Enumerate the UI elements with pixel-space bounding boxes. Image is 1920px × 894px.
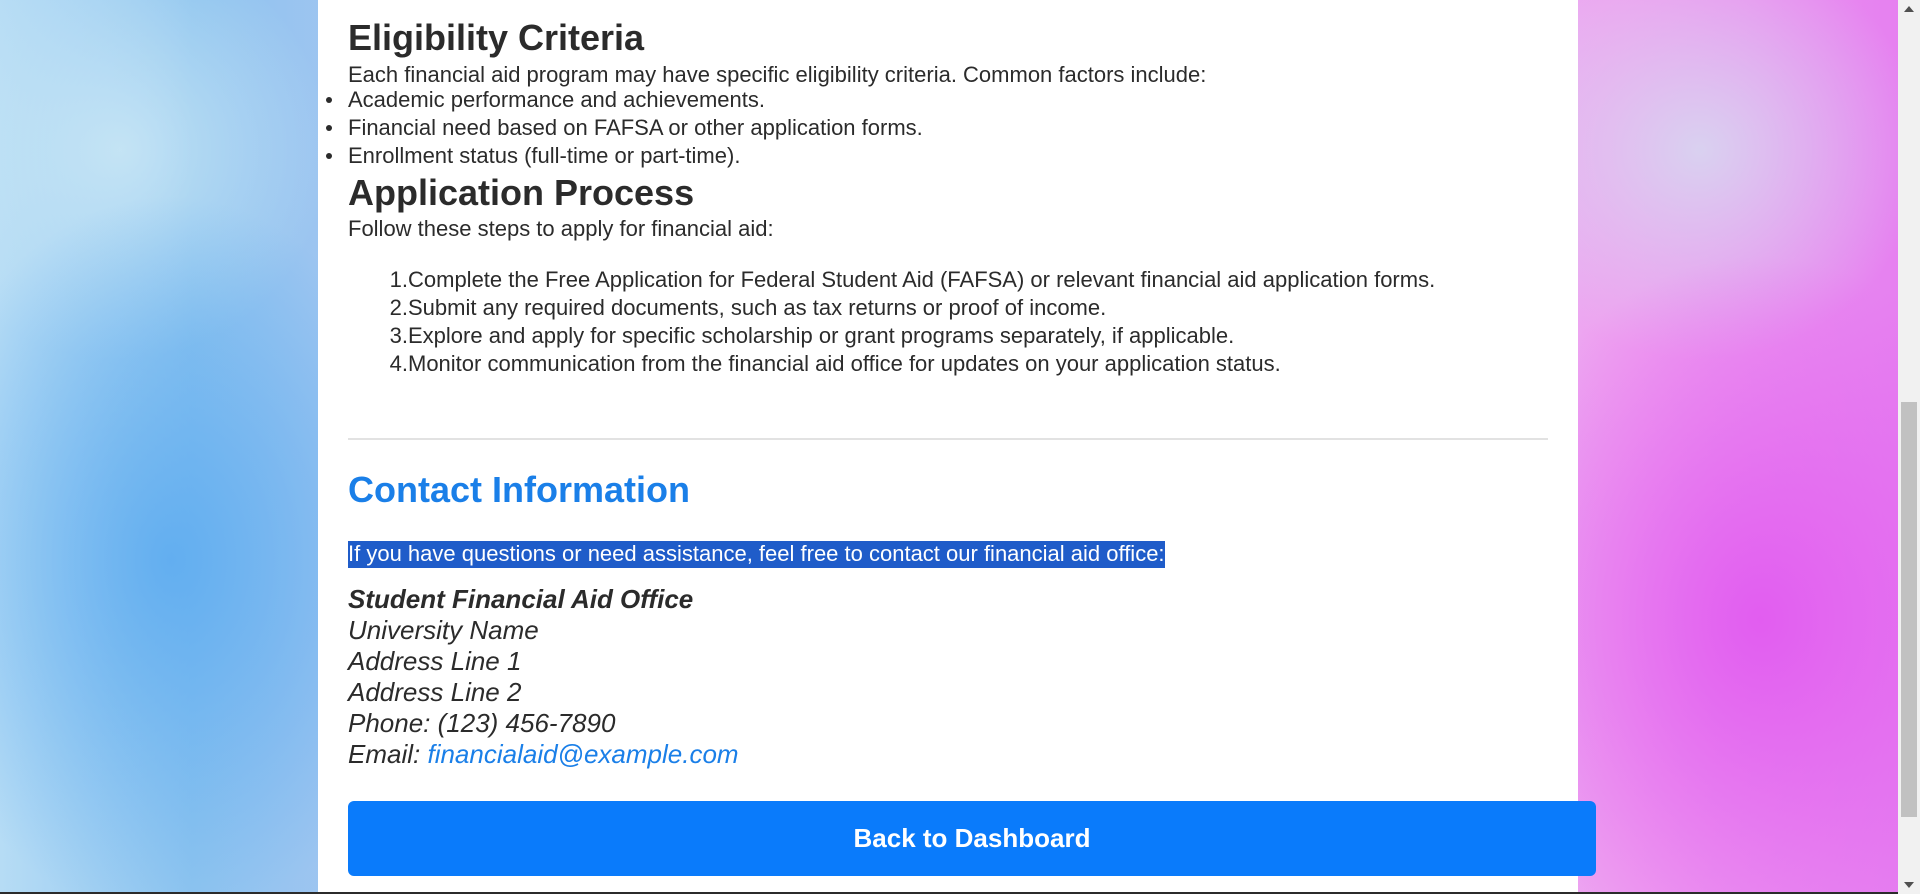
back-to-dashboard-button[interactable]: Back to Dashboard (348, 801, 1596, 876)
application-intro: Follow these steps to apply for financia… (348, 216, 774, 241)
phone-number: Phone: (123) 456-7890 (348, 708, 616, 738)
address-line-2: Address Line 2 (348, 677, 522, 707)
address-line-1: Address Line 1 (348, 646, 522, 676)
bullet-icon (326, 125, 332, 131)
step-item: 4. Monitor communication from the financi… (348, 350, 1435, 378)
scroll-down-arrow-icon[interactable] (1904, 882, 1914, 888)
step-text: Submit any required documents, such as t… (408, 295, 1107, 320)
office-name: Student Financial Aid Office (348, 584, 694, 614)
bullet-icon (326, 97, 332, 103)
list-item: Financial need based on FAFSA or other a… (326, 114, 923, 142)
scroll-up-arrow-icon[interactable] (1904, 6, 1914, 12)
step-number: 3. (389, 323, 408, 348)
scrollbar-thumb[interactable] (1901, 402, 1917, 817)
step-number: 2. (389, 295, 408, 320)
step-number: 4. (389, 351, 408, 376)
list-item-text: Financial need based on FAFSA or other a… (348, 115, 923, 140)
step-text: Complete the Free Application for Federa… (408, 267, 1436, 292)
step-number: 1. (389, 267, 408, 292)
list-item-text: Academic performance and achievements. (348, 87, 765, 112)
eligibility-heading: Eligibility Criteria (348, 17, 645, 58)
contact-address: Student Financial Aid Office University … (348, 584, 739, 770)
list-item: Academic performance and achievements. (326, 86, 923, 114)
eligibility-intro: Each financial aid program may have spec… (348, 62, 1207, 87)
email-label: Email: (348, 739, 428, 769)
list-item: Enrollment status (full-time or part-tim… (326, 142, 923, 170)
list-item-text: Enrollment status (full-time or part-tim… (348, 143, 741, 168)
eligibility-list: Academic performance and achievements. F… (326, 86, 923, 170)
step-text: Explore and apply for specific scholarsh… (408, 323, 1235, 348)
email-row: Email: financialaid@example.com (348, 739, 739, 770)
bullet-icon (326, 153, 332, 159)
university-name: University Name (348, 615, 539, 645)
content-panel: Eligibility Criteria Each financial aid … (318, 0, 1596, 894)
steps-list: 1. Complete the Free Application for Fede… (348, 266, 1436, 378)
email-link[interactable]: financialaid@example.com (427, 739, 738, 769)
section-divider (348, 438, 1548, 440)
contact-intro-selected-text: If you have questions or need assistance… (348, 541, 1165, 568)
step-text: Monitor communication from the financial… (408, 351, 1281, 376)
step-item: 2. Submit any required documents, such as… (348, 294, 1435, 322)
step-item: 1. Complete the Free Application for Fede… (348, 266, 1436, 294)
application-heading: Application Process (348, 172, 695, 213)
step-item: 3. Explore and apply for specific scholar… (348, 322, 1435, 350)
contact-heading: Contact Information (348, 469, 690, 510)
vertical-scrollbar[interactable] (1898, 0, 1920, 894)
